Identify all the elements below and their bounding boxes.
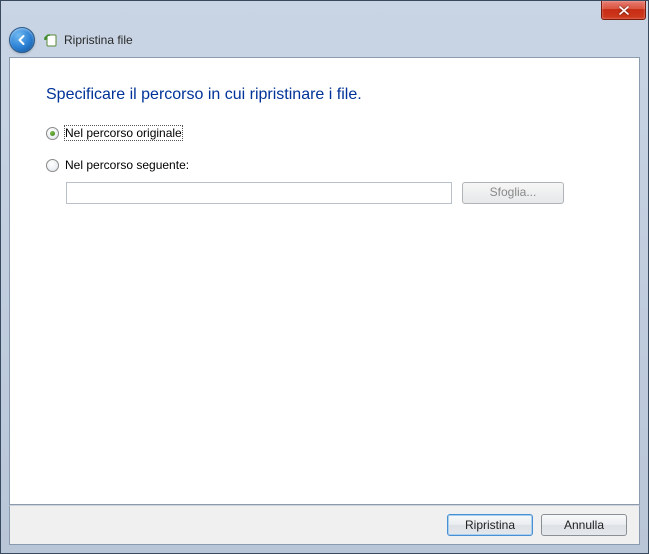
breadcrumb: Ripristina file — [43, 32, 133, 48]
restore-file-icon — [43, 32, 59, 48]
radio-icon — [46, 127, 59, 140]
browse-button[interactable]: Sfoglia... — [462, 182, 564, 204]
nav-bar: Ripristina file — [1, 23, 648, 57]
dialog-window: Ripristina file Specificare il percorso … — [0, 0, 649, 554]
path-input[interactable] — [66, 182, 452, 204]
radio-option-original[interactable]: Nel percorso originale — [46, 126, 603, 140]
cancel-button[interactable]: Annulla — [541, 514, 627, 536]
back-button[interactable] — [9, 27, 35, 53]
close-icon — [619, 6, 629, 15]
back-arrow-icon — [15, 33, 29, 47]
page-heading: Specificare il percorso in cui ripristin… — [46, 86, 603, 104]
title-bar — [1, 1, 648, 23]
radio-label-original: Nel percorso originale — [65, 126, 182, 140]
wizard-title-text: Ripristina file — [64, 33, 133, 47]
footer-bar: Ripristina Annulla — [9, 505, 640, 545]
close-button[interactable] — [601, 1, 646, 20]
radio-icon — [46, 159, 59, 172]
path-row: Sfoglia... — [66, 182, 603, 204]
content-panel: Specificare il percorso in cui ripristin… — [9, 57, 640, 505]
restore-button[interactable]: Ripristina — [447, 514, 533, 536]
radio-label-following: Nel percorso seguente: — [65, 158, 189, 172]
radio-option-following[interactable]: Nel percorso seguente: — [46, 158, 603, 172]
